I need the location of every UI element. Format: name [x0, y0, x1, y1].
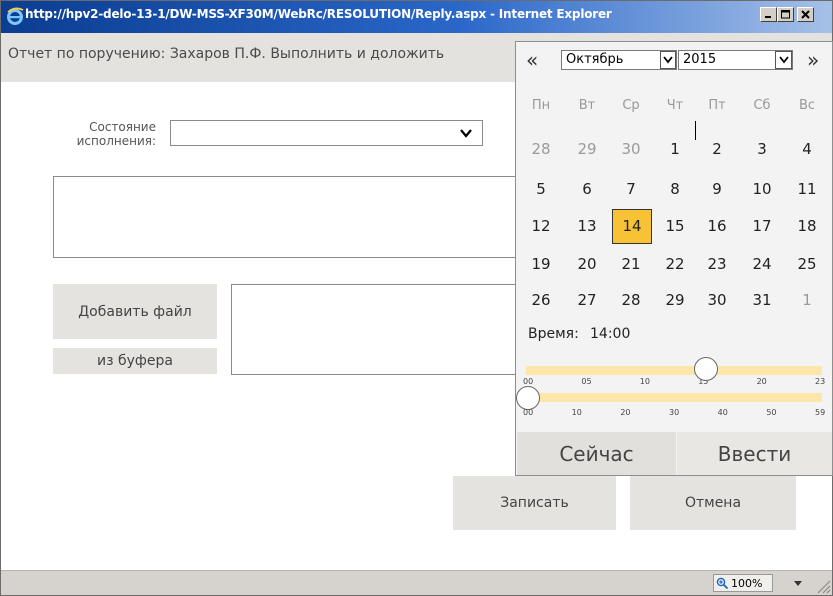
weekday-label: Сб	[753, 98, 771, 113]
month-dropdown-button[interactable]	[660, 51, 676, 69]
maximize-icon	[780, 10, 790, 19]
slider-tick-label: 10	[571, 408, 582, 417]
report-text-area[interactable]	[53, 176, 553, 258]
add-file-button[interactable]: Добавить файл	[53, 284, 217, 339]
calendar-day[interactable]: 4	[787, 134, 827, 164]
slider-tick-label: 20	[756, 377, 767, 386]
calendar-day[interactable]: 8	[655, 174, 695, 204]
calendar-day[interactable]: 18	[787, 211, 827, 241]
weekday-label: Пт	[708, 98, 726, 113]
slider-tick-label: 40	[717, 408, 728, 417]
calendar-day[interactable]: 17	[742, 211, 782, 241]
slider-tick-label: 20	[620, 408, 631, 417]
chevron-down-icon	[460, 129, 472, 138]
close-icon	[801, 10, 810, 19]
calendar-day[interactable]: 1	[655, 134, 695, 164]
file-list-area[interactable]	[231, 284, 551, 375]
status-bar	[1, 570, 832, 595]
minimize-button[interactable]	[760, 7, 777, 22]
minute-slider-track[interactable]	[526, 393, 822, 402]
resize-grip-icon[interactable]	[815, 578, 831, 594]
page-title: Отчет по поручению: Захаров П.Ф. Выполни…	[8, 46, 445, 62]
slider-tick-label: 50	[766, 408, 777, 417]
slider-tick-label: 23	[815, 377, 826, 386]
calendar-day[interactable]: 16	[697, 211, 737, 241]
maximize-button[interactable]	[777, 7, 794, 22]
weekday-label: Пн	[531, 98, 551, 113]
slider-tick-label: 30	[669, 408, 680, 417]
slider-tick-label: 05	[581, 377, 592, 386]
calendar-day[interactable]: 2	[697, 134, 737, 164]
calendar-day[interactable]: 19	[521, 249, 561, 279]
calendar-day[interactable]: 12	[521, 211, 561, 241]
chevron-down-icon	[663, 56, 673, 64]
weekday-label: Чт	[666, 98, 684, 113]
prev-month-button[interactable]: «	[526, 48, 538, 72]
minute-slider-thumb[interactable]	[516, 386, 540, 410]
hour-slider-track[interactable]	[526, 366, 822, 375]
calendar-day[interactable]: 26	[521, 285, 561, 315]
time-label: Время:	[528, 326, 579, 342]
calendar-day[interactable]: 29	[655, 285, 695, 315]
calendar-day[interactable]: 31	[742, 285, 782, 315]
calendar-day[interactable]: 30	[697, 285, 737, 315]
calendar-day[interactable]: 24	[742, 249, 782, 279]
state-label: Состояние исполнения:	[76, 120, 156, 148]
calendar-day[interactable]: 28	[521, 134, 561, 164]
weekday-label: Ср	[622, 98, 640, 113]
calendar-day[interactable]: 3	[742, 134, 782, 164]
calendar-day[interactable]: 13	[567, 211, 607, 241]
slider-tick-label: 00	[523, 377, 534, 386]
time-value: 14:00	[590, 326, 631, 342]
next-month-button[interactable]: »	[807, 48, 819, 72]
save-button[interactable]: Записать	[453, 476, 616, 530]
calendar-day[interactable]: 6	[567, 174, 607, 204]
from-buffer-button[interactable]: из буфера	[53, 348, 217, 374]
close-button[interactable]	[797, 7, 814, 22]
year-value: 2015	[683, 52, 717, 67]
calendar-day[interactable]: 7	[611, 174, 651, 204]
calendar-day[interactable]: 5	[521, 174, 561, 204]
calendar-day[interactable]: 27	[567, 285, 607, 315]
calendar-day[interactable]: 23	[697, 249, 737, 279]
calendar-day-selected[interactable]: 14	[612, 209, 652, 244]
slider-tick-label: 10	[639, 377, 650, 386]
calendar-day[interactable]: 29	[567, 134, 607, 164]
minimize-icon	[765, 16, 771, 18]
month-value: Октябрь	[566, 52, 624, 67]
year-dropdown-button[interactable]	[775, 51, 792, 69]
window-title: http://hpv2-delo-13-1/DW-MSS-XF30M/WebRc…	[25, 7, 612, 21]
hour-slider-thumb[interactable]	[693, 357, 718, 381]
calendar-day[interactable]: 21	[611, 249, 651, 279]
internet-explorer-icon	[7, 7, 24, 25]
zoom-value: 100%	[731, 576, 763, 590]
state-select[interactable]	[170, 120, 483, 146]
zoom-dropdown-icon[interactable]	[794, 580, 802, 588]
zoom-icon	[716, 577, 729, 589]
calendar-day[interactable]: 10	[742, 174, 782, 204]
calendar-day[interactable]: 9	[697, 174, 737, 204]
chevron-down-icon	[778, 56, 789, 64]
calendar-day[interactable]: 15	[655, 211, 695, 241]
zoom-control[interactable]: 100%	[713, 574, 773, 592]
weekday-label: Вс	[798, 98, 816, 113]
enter-button[interactable]: Ввести	[677, 432, 832, 475]
cancel-button[interactable]: Отмена	[630, 476, 796, 530]
calendar-day[interactable]: 22	[655, 249, 695, 279]
calendar-day[interactable]: 30	[611, 134, 651, 164]
calendar-day[interactable]: 20	[567, 249, 607, 279]
calendar-day[interactable]: 25	[787, 249, 827, 279]
calendar-day[interactable]: 28	[611, 285, 651, 315]
calendar-day[interactable]: 11	[787, 174, 827, 204]
slider-tick-label: 59	[815, 408, 826, 417]
weekday-label: Вт	[578, 98, 596, 113]
now-button[interactable]: Сейчас	[517, 432, 676, 475]
calendar-day[interactable]: 1	[787, 285, 827, 315]
text-cursor	[695, 121, 696, 140]
